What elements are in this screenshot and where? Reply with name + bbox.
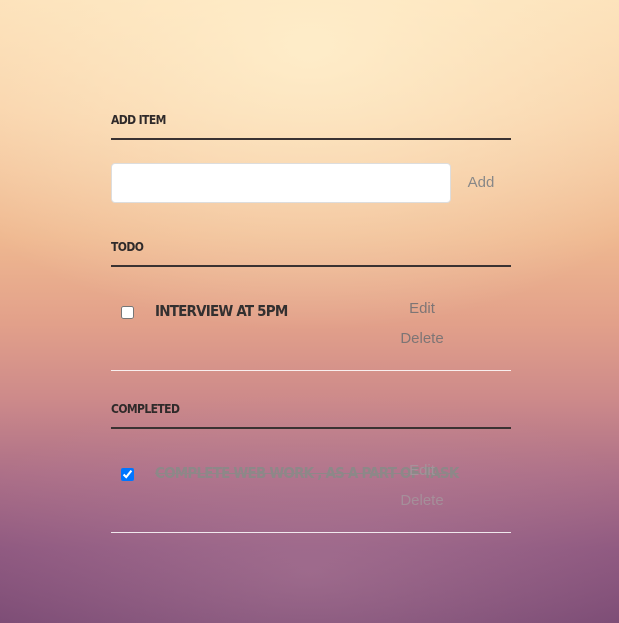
edit-button[interactable]: Edit (391, 300, 453, 318)
completed-tasks-list: Complete web work , as a part of task Ed… (111, 433, 511, 533)
todo-heading: Todo (111, 240, 511, 267)
task-checkbox[interactable] (121, 306, 134, 319)
add-button[interactable]: Add (457, 163, 505, 203)
completed-heading: Completed (111, 402, 511, 429)
completed-task-label: Complete web work , as a part of task (155, 464, 459, 482)
completed-task-item: Complete web work , as a part of task Ed… (111, 433, 511, 533)
add-item-row: Add (111, 163, 511, 203)
new-task-input[interactable] (111, 163, 451, 203)
incomplete-tasks-list: Interview at 5pm Edit Delete (111, 271, 511, 371)
task-item: Interview at 5pm Edit Delete (111, 271, 511, 371)
edit-button[interactable]: Edit (391, 462, 453, 480)
delete-button[interactable]: Delete (391, 492, 453, 510)
add-item-heading: Add item (111, 113, 511, 140)
delete-button[interactable]: Delete (391, 330, 453, 348)
task-label: Interview at 5pm (155, 302, 288, 320)
completed-task-checkbox[interactable] (121, 468, 134, 481)
